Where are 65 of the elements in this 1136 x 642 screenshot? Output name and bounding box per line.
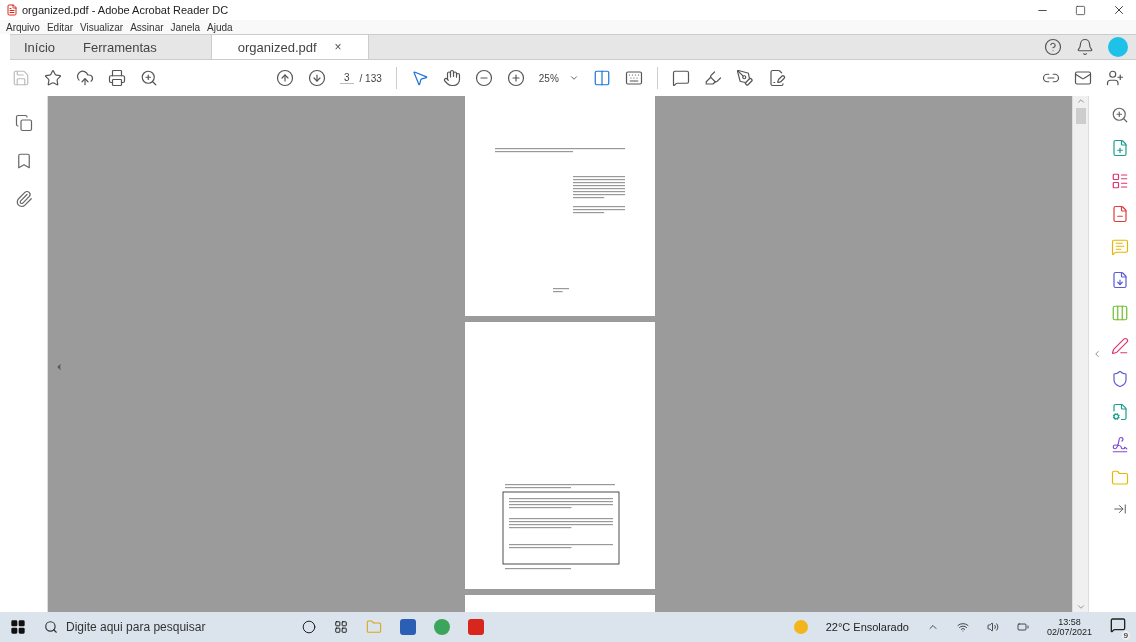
sun-icon — [793, 620, 808, 634]
pen-icon[interactable] — [735, 69, 754, 87]
scrollbar-thumb[interactable] — [1075, 108, 1086, 124]
menu-item[interactable]: Visualizar — [80, 21, 124, 33]
notification-icon[interactable] — [1110, 617, 1126, 633]
cloud-upload-icon[interactable] — [76, 69, 94, 87]
zoom-dropdown[interactable]: 25% — [538, 72, 579, 84]
clock-date: 02/07/2021 — [1046, 627, 1092, 637]
previous-page-icon[interactable] — [276, 69, 294, 87]
pdf-icon — [6, 4, 18, 16]
search-icon — [44, 620, 58, 634]
pointer-icon[interactable] — [410, 69, 429, 87]
zoom-out-icon[interactable] — [474, 69, 493, 87]
page-number-field[interactable]: 3 — [340, 72, 354, 84]
menu-item[interactable]: Arquivo — [6, 21, 40, 33]
close-tab-icon[interactable]: × — [334, 40, 342, 54]
window-title: organized.pdf - Adobe Acrobat Reader DC — [22, 4, 230, 16]
organize-icon[interactable] — [1111, 172, 1129, 190]
network-icon[interactable] — [956, 621, 969, 633]
add-user-icon[interactable] — [1106, 69, 1124, 87]
tab[interactable]: Ferramentas — [69, 35, 171, 59]
shield-icon[interactable] — [1111, 370, 1129, 388]
windows-start-icon[interactable] — [10, 619, 26, 635]
menu-item[interactable]: Assinar — [130, 21, 164, 33]
tab[interactable]: organized.pdf × — [210, 35, 369, 59]
notification-count: 9 — [1121, 631, 1130, 640]
help-icon[interactable] — [1044, 38, 1062, 56]
restore-icon[interactable] — [1075, 4, 1086, 16]
fit-page-icon[interactable] — [592, 69, 611, 87]
bell-icon[interactable] — [1076, 38, 1094, 56]
paperclip-icon[interactable] — [14, 190, 33, 208]
page-total: / 133 — [359, 72, 382, 84]
volume-icon[interactable] — [986, 621, 999, 633]
mail-icon[interactable] — [1074, 69, 1092, 87]
edit-pdf-icon[interactable] — [1111, 205, 1129, 223]
battery-icon[interactable] — [1016, 621, 1029, 633]
signature-icon[interactable] — [1111, 436, 1129, 454]
print-icon[interactable] — [108, 69, 126, 87]
zoom-search-icon[interactable] — [1111, 106, 1129, 124]
tab[interactable]: Início — [10, 35, 70, 59]
hand-icon[interactable] — [442, 69, 461, 87]
export-pdf-icon[interactable] — [1111, 271, 1129, 289]
taskbar-search-field[interactable]: Digite aqui para pesquisar — [44, 620, 284, 634]
expand-panel-icon[interactable] — [1113, 502, 1127, 516]
scroll-mode-icon[interactable] — [624, 69, 643, 87]
zoom-in-icon[interactable] — [506, 69, 525, 87]
comment-icon[interactable] — [671, 69, 690, 87]
fill-sign-icon[interactable] — [1111, 337, 1129, 355]
close-icon[interactable] — [1112, 3, 1126, 17]
menu-item[interactable]: Ajuda — [207, 21, 233, 33]
pages-icon[interactable] — [14, 114, 33, 132]
document-sign-icon[interactable] — [767, 69, 786, 87]
zoom-search-icon[interactable] — [140, 69, 158, 87]
star-icon[interactable] — [44, 69, 62, 87]
cortana-icon[interactable] — [302, 620, 316, 634]
menu-item[interactable]: Janela — [170, 21, 201, 33]
clock-time: 13:58 — [1058, 617, 1081, 627]
highlighter-icon[interactable] — [703, 69, 722, 87]
optimize-icon[interactable] — [1111, 403, 1129, 421]
create-pdf-icon[interactable] — [1111, 139, 1129, 157]
task-view-icon[interactable] — [334, 620, 348, 634]
next-page-icon[interactable] — [308, 69, 326, 87]
caret-icon — [568, 73, 579, 83]
menu-item[interactable]: Editar — [46, 21, 74, 33]
weather-text: 22°C Ensolarado — [825, 621, 909, 633]
